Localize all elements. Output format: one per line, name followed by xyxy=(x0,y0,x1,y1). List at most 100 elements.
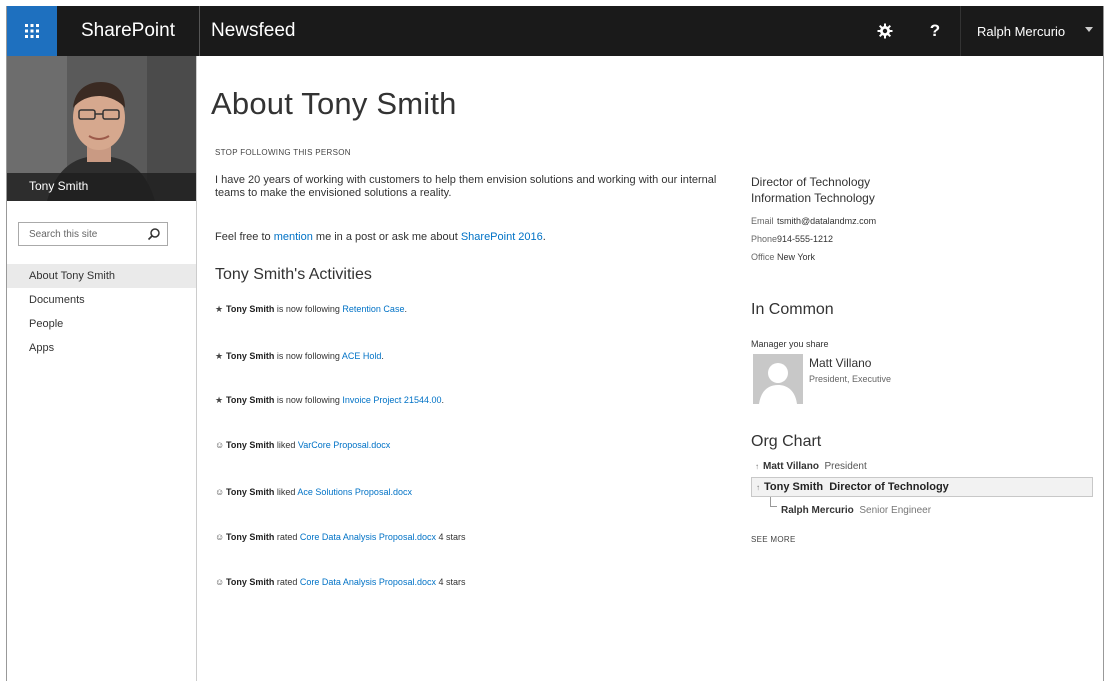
activity-verb: liked xyxy=(276,440,296,450)
search-box xyxy=(18,222,168,246)
activity-suffix: 4 stars xyxy=(435,577,466,587)
mention-link[interactable]: mention xyxy=(274,231,313,243)
phone-label: Phone xyxy=(751,234,778,244)
person-placeholder-icon xyxy=(753,354,803,404)
settings-button[interactable] xyxy=(860,6,910,56)
search-input[interactable] xyxy=(19,223,149,245)
job-info: Director of Technology Information Techn… xyxy=(751,174,875,206)
activity-verb: is now following xyxy=(276,395,340,405)
smiley-icon: ☺ xyxy=(215,487,225,497)
activity-actor[interactable]: Tony Smith xyxy=(226,351,274,361)
see-more-link[interactable]: SEE MORE xyxy=(751,535,796,544)
phone-value: 914-555-1212 xyxy=(777,234,834,244)
activity-suffix: . xyxy=(381,351,384,361)
org-self-name: Tony Smith xyxy=(764,481,824,493)
activity-actor[interactable]: Tony Smith xyxy=(226,577,274,587)
activity-item: ☺ Tony Smith rated Core Data Analysis Pro… xyxy=(215,577,465,587)
office-row: Office New York xyxy=(751,252,815,262)
left-navigation: Tony Smith About Tony Smith Documents Pe… xyxy=(7,56,197,681)
email-value[interactable]: tsmith@datalandmz.com xyxy=(777,216,876,226)
office-value: New York xyxy=(777,252,816,262)
nav-item-about[interactable]: About Tony Smith xyxy=(7,264,196,288)
ask-me-about: Feel free to mention me in a post or ask… xyxy=(215,231,546,243)
gear-icon xyxy=(877,23,893,39)
activity-target-link[interactable]: Core Data Analysis Proposal.docx xyxy=(300,577,436,587)
app-title[interactable]: Newsfeed xyxy=(211,6,296,56)
topic-link[interactable]: SharePoint 2016 xyxy=(461,231,543,243)
stop-following-link[interactable]: STOP FOLLOWING THIS PERSON xyxy=(215,148,351,157)
manager-avatar[interactable] xyxy=(753,354,803,404)
activity-item: ☺ Tony Smith liked VarCore Proposal.docx xyxy=(215,440,390,450)
activity-actor[interactable]: Tony Smith xyxy=(226,440,274,450)
suite-bar: SharePoint Newsfeed ? Ralph Mercurio xyxy=(7,6,1103,56)
mention-middle: me in a post or ask me about xyxy=(315,231,458,243)
email-row: Email tsmith@datalandmz.com xyxy=(751,216,876,226)
job-title: Director of Technology xyxy=(751,175,871,189)
activity-target-link[interactable]: Core Data Analysis Proposal.docx xyxy=(300,532,436,542)
star-icon: ★ xyxy=(215,351,224,361)
activity-actor[interactable]: Tony Smith xyxy=(226,304,274,314)
activity-target-link[interactable]: Ace Solutions Proposal.docx xyxy=(297,487,412,497)
activity-target-link[interactable]: Invoice Project 21544.00 xyxy=(342,395,441,405)
smiley-icon: ☺ xyxy=(215,440,225,450)
activity-item: ★ Tony Smith is now following Invoice Pro… xyxy=(215,395,444,406)
waffle-icon xyxy=(25,24,39,38)
nav-item-apps[interactable]: Apps xyxy=(7,336,196,360)
activity-actor[interactable]: Tony Smith xyxy=(226,532,274,542)
org-report-title: Senior Engineer xyxy=(859,505,932,516)
about-me-text: I have 20 years of working with customer… xyxy=(215,174,717,199)
user-menu[interactable]: Ralph Mercurio xyxy=(960,6,1103,56)
org-chart-heading: Org Chart xyxy=(751,433,822,450)
org-report-name[interactable]: Ralph Mercurio xyxy=(781,505,854,516)
profile-photo: Tony Smith xyxy=(7,56,196,201)
up-arrow-icon: ↑ xyxy=(756,483,760,492)
in-common-heading: In Common xyxy=(751,301,834,318)
activity-suffix: . xyxy=(404,304,407,314)
org-self-row[interactable]: ↑ Tony Smith Director of Technology xyxy=(751,477,1093,497)
org-manager-name[interactable]: Matt Villano xyxy=(763,461,819,472)
activity-actor[interactable]: Tony Smith xyxy=(226,487,274,497)
activity-verb: rated xyxy=(276,577,298,587)
activity-item: ☺ Tony Smith rated Core Data Analysis Pro… xyxy=(215,532,465,542)
activity-item: ☺ Tony Smith liked Ace Solutions Proposal… xyxy=(215,487,412,497)
search-icon[interactable] xyxy=(147,227,161,241)
chevron-down-icon[interactable] xyxy=(1085,27,1093,32)
activity-item: ★ Tony Smith is now following ACE Hold. xyxy=(215,351,384,362)
manager-title: President, Executive xyxy=(809,374,892,384)
activities-heading: Tony Smith's Activities xyxy=(215,266,372,283)
quick-launch: About Tony Smith Documents People Apps xyxy=(7,264,196,360)
smiley-icon: ☺ xyxy=(215,577,225,587)
page-title: About Tony Smith xyxy=(211,86,457,121)
org-connector-line xyxy=(770,497,777,507)
activity-verb: is now following xyxy=(276,304,340,314)
brand-link[interactable]: SharePoint xyxy=(57,6,200,56)
manager-label: Manager you share xyxy=(751,339,829,349)
star-icon: ★ xyxy=(215,304,224,314)
org-manager-title: President xyxy=(824,461,867,472)
activity-target-link[interactable]: VarCore Proposal.docx xyxy=(298,440,390,450)
department: Information Technology xyxy=(751,191,875,205)
nav-item-people[interactable]: People xyxy=(7,312,196,336)
org-manager-row: ↑ Matt Villano President xyxy=(751,461,867,472)
mention-prefix: Feel free to xyxy=(215,231,271,243)
activity-suffix: . xyxy=(441,395,444,405)
activity-verb: rated xyxy=(276,532,298,542)
org-report-row: Ralph Mercurio Senior Engineer xyxy=(781,505,931,516)
activity-target-link[interactable]: ACE Hold xyxy=(342,351,382,361)
help-button[interactable]: ? xyxy=(910,6,960,56)
phone-row: Phone914-555-1212 xyxy=(751,234,833,244)
activity-target-link[interactable]: Retention Case xyxy=(342,304,404,314)
user-name: Ralph Mercurio xyxy=(977,23,1066,39)
manager-name[interactable]: Matt Villano xyxy=(809,356,871,370)
nav-item-documents[interactable]: Documents xyxy=(7,288,196,312)
activity-item: ★ Tony Smith is now following Retention C… xyxy=(215,304,407,315)
up-arrow-icon: ↑ xyxy=(755,462,759,471)
app-launcher-button[interactable] xyxy=(7,6,57,56)
activity-actor[interactable]: Tony Smith xyxy=(226,395,274,405)
smiley-icon: ☺ xyxy=(215,532,225,542)
activity-suffix: 4 stars xyxy=(435,532,466,542)
org-self-title: Director of Technology xyxy=(829,481,949,493)
activity-verb: liked xyxy=(276,487,296,497)
activity-verb: is now following xyxy=(276,351,340,361)
email-label: Email xyxy=(751,216,774,226)
